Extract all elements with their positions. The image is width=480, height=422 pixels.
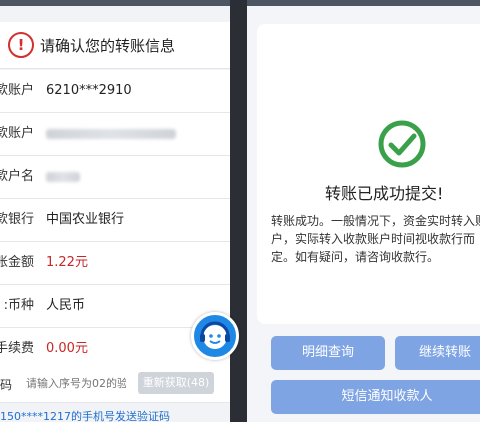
success-title: 转账已成功提交! bbox=[325, 184, 444, 203]
success-check-icon bbox=[378, 120, 426, 168]
robot-icon bbox=[200, 321, 230, 349]
customer-service-avatar[interactable] bbox=[191, 312, 239, 360]
continue-transfer-button[interactable]: 继续转账 bbox=[395, 336, 480, 370]
redacted-value bbox=[46, 172, 80, 182]
row-value: 6210***2910 bbox=[46, 83, 132, 98]
row-label: 币种: bbox=[3, 298, 34, 313]
verification-row: 码 重新获取(48) bbox=[0, 366, 230, 403]
confirm-header: ! 请确认您的转账信息 bbox=[0, 22, 230, 69]
row-payee-bank: 收款银行: 中国农业银行 bbox=[0, 199, 230, 242]
row-label: 转账金额: bbox=[0, 255, 34, 270]
redacted-value bbox=[46, 129, 176, 139]
sms-notify-button[interactable]: 短信通知收款人 bbox=[271, 380, 480, 414]
row-value: 1.22元 bbox=[46, 255, 88, 270]
row-payee-name: 收款户名: bbox=[0, 156, 230, 199]
result-panel: 转账已成功提交! 转账成功。一般情况下，资金实时转入账户，实际转入收款账户时间视… bbox=[247, 0, 480, 422]
confirm-title: 请确认您的转账信息 bbox=[40, 37, 176, 55]
confirm-panel: ! 请确认您的转账信息 付款账户: 6210***2910 收款账户: 收款户名… bbox=[0, 0, 230, 422]
result-card bbox=[257, 24, 480, 324]
row-value: 人民币 bbox=[46, 298, 86, 313]
verification-code-input[interactable] bbox=[26, 374, 126, 392]
row-label: 收款账户: bbox=[0, 126, 34, 141]
row-payer-account: 付款账户: 6210***2910 bbox=[0, 70, 230, 113]
resend-code-button[interactable]: 重新获取(48) bbox=[138, 372, 214, 394]
row-value: 0.00元 bbox=[46, 341, 88, 356]
row-label: 手续费: bbox=[0, 341, 34, 356]
detail-query-button[interactable]: 明细查询 bbox=[271, 336, 385, 370]
status-bar bbox=[0, 0, 230, 6]
row-label: 付款账户: bbox=[0, 83, 34, 98]
row-amount: 转账金额: 1.22元 bbox=[0, 242, 230, 285]
divider bbox=[230, 0, 247, 422]
sms-hint: 150****1217的手机号发送验证码 bbox=[0, 410, 170, 422]
row-label: 收款银行: bbox=[0, 212, 34, 227]
row-value: 中国农业银行 bbox=[46, 212, 125, 227]
warning-icon: ! bbox=[8, 32, 34, 58]
status-bar bbox=[247, 0, 480, 6]
row-payee-account: 收款账户: bbox=[0, 113, 230, 156]
verification-label: 码 bbox=[0, 378, 13, 392]
success-description: 转账成功。一般情况下，资金实时转入账户，实际转入收款账户时间视收款行而定。如有疑… bbox=[271, 214, 480, 264]
row-label: 收款户名: bbox=[0, 169, 34, 184]
